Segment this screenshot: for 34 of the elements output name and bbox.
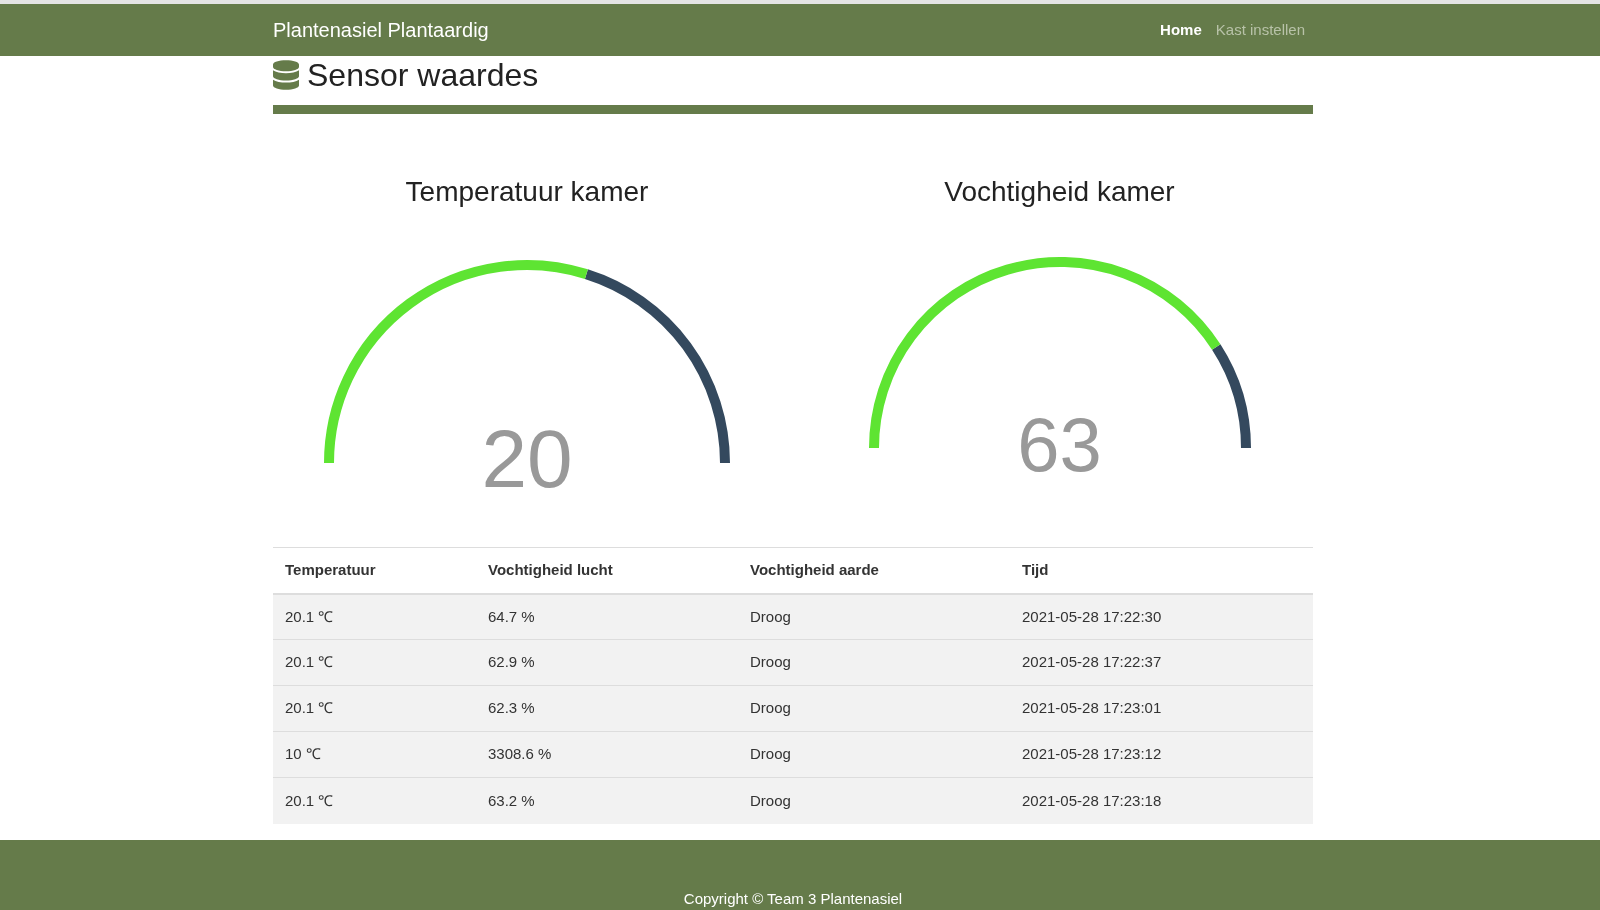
table-cell: 2021-05-28 17:22:30 xyxy=(1010,593,1313,640)
table-cell: 62.9 % xyxy=(476,639,738,686)
nav-link[interactable]: Home xyxy=(1160,18,1202,42)
column-header: Tijd xyxy=(1010,547,1313,594)
table-cell: 3308.6 % xyxy=(476,731,738,778)
table-cell: Droog xyxy=(738,593,1010,640)
gauge-value: 63 xyxy=(1017,407,1102,483)
database-icon xyxy=(273,60,299,90)
table-cell: Droog xyxy=(738,777,1010,824)
brand-title[interactable]: Plantenasiel Plantaardig xyxy=(273,15,489,45)
gauge-title: Vochtigheid kamer xyxy=(944,175,1175,209)
table-cell: 20.1 ℃ xyxy=(273,685,476,732)
table-cell: 20.1 ℃ xyxy=(273,777,476,824)
table-cell: 2021-05-28 17:22:37 xyxy=(1010,639,1313,686)
table-cell: Droog xyxy=(738,685,1010,732)
gauge-value: 20 xyxy=(481,418,573,500)
table-cell: Droog xyxy=(738,731,1010,778)
table-cell: 20.1 ℃ xyxy=(273,639,476,686)
table-cell: 62.3 % xyxy=(476,685,738,732)
table-cell: 2021-05-28 17:23:18 xyxy=(1010,777,1313,824)
table-cell: 10 ℃ xyxy=(273,731,476,778)
page-title: Sensor waardes xyxy=(307,56,539,95)
gauge-title: Temperatuur kamer xyxy=(405,175,649,209)
nav-link[interactable]: Kast instellen xyxy=(1215,18,1305,42)
table-cell: 63.2 % xyxy=(476,777,738,824)
table-cell: 20.1 ℃ xyxy=(273,593,476,640)
table-cell: 2021-05-28 17:23:01 xyxy=(1010,685,1313,732)
copyright-text: Copyright © Team 3 Plantenasiel xyxy=(683,889,903,908)
table-cell: 64.7 % xyxy=(476,593,738,640)
column-header: Temperatuur xyxy=(273,547,476,594)
column-header: Vochtigheid lucht xyxy=(476,547,738,594)
column-header: Vochtigheid aarde xyxy=(738,547,1010,594)
table-cell: Droog xyxy=(738,639,1010,686)
table-cell: 2021-05-28 17:23:12 xyxy=(1010,731,1313,778)
